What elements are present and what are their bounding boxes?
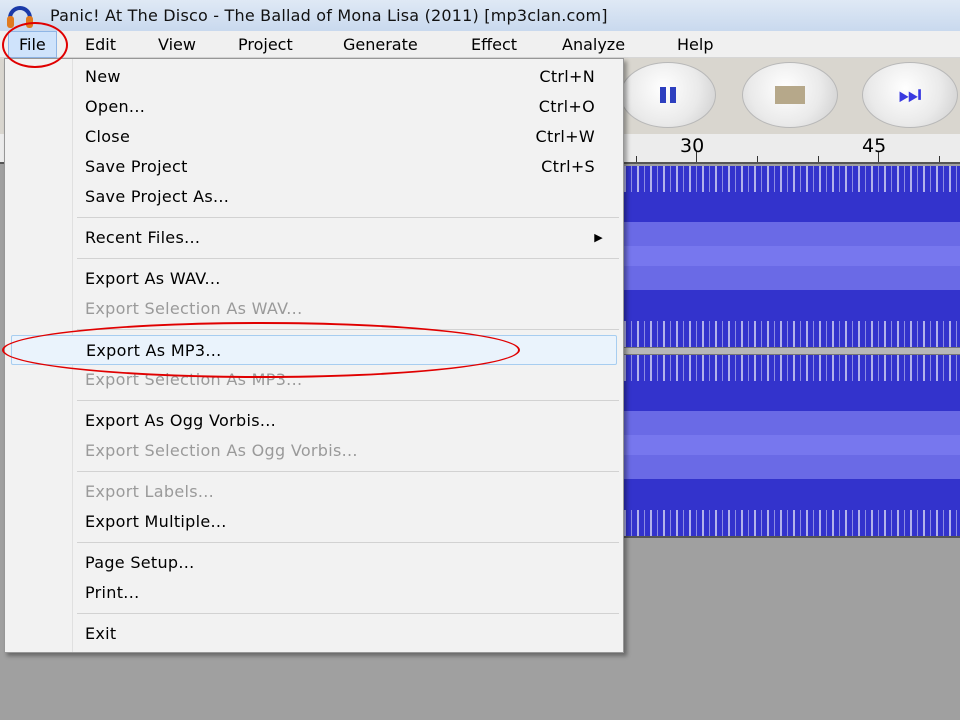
menu-item-label: Print... bbox=[85, 583, 140, 602]
menu-bar: File Edit View Project Generate Effect A… bbox=[0, 31, 960, 58]
menu-item-print[interactable]: Print... bbox=[85, 578, 595, 608]
skip-end-button[interactable]: ⏭ bbox=[862, 62, 958, 128]
menu-item-page-setup[interactable]: Page Setup... bbox=[85, 548, 595, 578]
menu-edit[interactable]: Edit bbox=[85, 31, 116, 58]
menu-separator bbox=[77, 217, 619, 218]
channel-divider bbox=[624, 347, 960, 355]
submenu-arrow-icon: ▶ bbox=[594, 231, 603, 244]
menu-item-label: Close bbox=[85, 127, 131, 146]
menu-item-label: Export As WAV... bbox=[85, 269, 221, 288]
stop-icon bbox=[775, 86, 805, 104]
ruler-label-45: 45 bbox=[862, 135, 887, 157]
pause-icon bbox=[660, 87, 676, 103]
menu-separator bbox=[77, 400, 619, 401]
stop-button[interactable] bbox=[742, 62, 838, 128]
menu-item-close[interactable]: Close Ctrl+W bbox=[85, 122, 595, 152]
menu-item-export-selection-wav: Export Selection As WAV... bbox=[85, 294, 595, 324]
menu-item-save-project[interactable]: Save Project Ctrl+S bbox=[85, 152, 595, 182]
menu-item-label: Save Project bbox=[85, 157, 188, 176]
menu-item-export-labels: Export Labels... bbox=[85, 477, 595, 507]
menu-help[interactable]: Help bbox=[677, 31, 713, 58]
menu-item-label: Save Project As... bbox=[85, 187, 230, 206]
annotation-oval-export-mp3 bbox=[2, 322, 520, 378]
skip-end-icon: ⏭ bbox=[898, 80, 922, 110]
menu-item-label: Export Labels... bbox=[85, 482, 215, 501]
menu-item-open[interactable]: Open... Ctrl+O bbox=[85, 92, 595, 122]
menu-item-label: Export Selection As WAV... bbox=[85, 299, 303, 318]
waveform-track-left[interactable] bbox=[624, 166, 960, 347]
menu-separator bbox=[77, 613, 619, 614]
menu-item-shortcut: Ctrl+W bbox=[535, 127, 595, 146]
menu-item-save-project-as[interactable]: Save Project As... bbox=[85, 182, 595, 212]
menu-item-label: Export Multiple... bbox=[85, 512, 227, 531]
menu-project[interactable]: Project bbox=[238, 31, 293, 58]
track-bottom-edge bbox=[624, 536, 960, 538]
menu-item-label: Page Setup... bbox=[85, 553, 195, 572]
menu-item-export-selection-ogg: Export Selection As Ogg Vorbis... bbox=[85, 436, 595, 466]
menu-separator bbox=[77, 258, 619, 259]
menu-item-new[interactable]: New Ctrl+N bbox=[85, 62, 595, 92]
title-bar: Panic! At The Disco - The Ballad of Mona… bbox=[0, 0, 960, 31]
menu-analyze[interactable]: Analyze bbox=[562, 31, 625, 58]
menu-view[interactable]: View bbox=[158, 31, 196, 58]
menu-item-shortcut: Ctrl+O bbox=[538, 97, 595, 116]
menu-item-label: Open... bbox=[85, 97, 146, 116]
menu-item-export-ogg[interactable]: Export As Ogg Vorbis... bbox=[85, 406, 595, 436]
pause-button[interactable] bbox=[620, 62, 716, 128]
menu-item-label: New bbox=[85, 67, 121, 86]
menu-item-shortcut: Ctrl+S bbox=[541, 157, 595, 176]
menu-item-shortcut: Ctrl+N bbox=[539, 67, 595, 86]
menu-item-label: Exit bbox=[85, 624, 117, 643]
menu-effect[interactable]: Effect bbox=[471, 31, 517, 58]
menu-item-export-multiple[interactable]: Export Multiple... bbox=[85, 507, 595, 537]
menu-item-label: Export As Ogg Vorbis... bbox=[85, 411, 276, 430]
menu-separator bbox=[77, 542, 619, 543]
ruler-label-30: 30 bbox=[680, 135, 705, 157]
menu-generate[interactable]: Generate bbox=[343, 31, 418, 58]
menu-separator bbox=[77, 471, 619, 472]
window-title: Panic! At The Disco - The Ballad of Mona… bbox=[50, 6, 608, 25]
waveform-track-right[interactable] bbox=[624, 355, 960, 536]
menu-item-label: Export Selection As Ogg Vorbis... bbox=[85, 441, 358, 460]
menu-item-recent-files[interactable]: Recent Files... ▶ bbox=[85, 223, 603, 253]
menu-item-export-wav[interactable]: Export As WAV... bbox=[85, 264, 595, 294]
menu-item-label: Recent Files... bbox=[85, 228, 201, 247]
menu-item-exit[interactable]: Exit bbox=[85, 619, 595, 649]
annotation-oval-file bbox=[2, 22, 68, 68]
